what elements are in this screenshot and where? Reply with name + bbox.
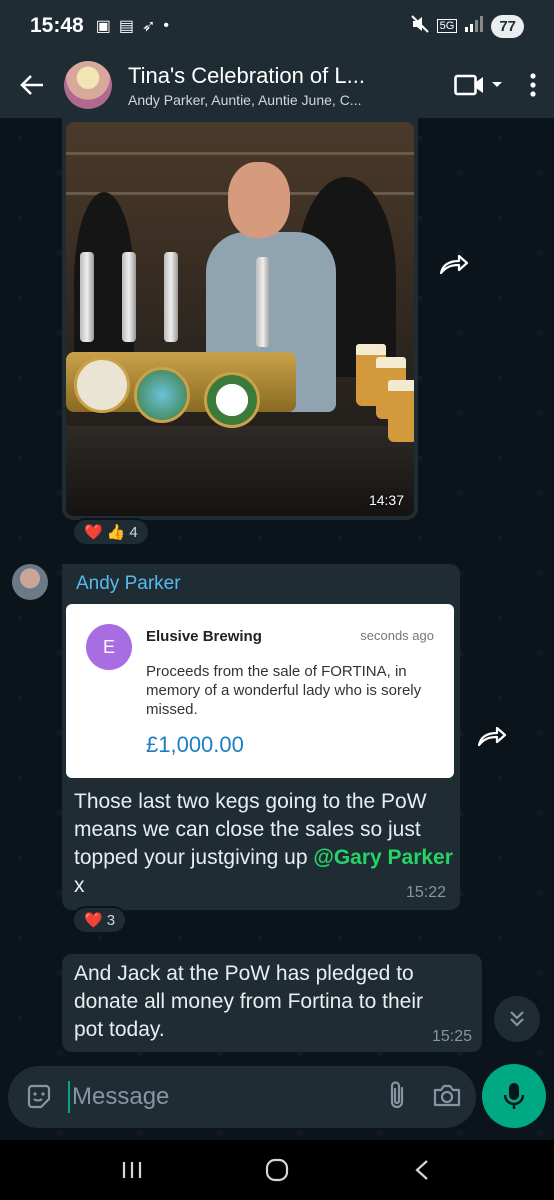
andy-message[interactable]: Andy Parker E Elusive Brewing seconds ag… xyxy=(62,564,460,910)
group-avatar[interactable] xyxy=(64,61,112,109)
andy-message-text: Those last two kegs going to the PoW mea… xyxy=(74,788,454,900)
recents-icon xyxy=(123,1162,142,1178)
message-suffix: x xyxy=(74,874,85,897)
second-message-text: And Jack at the PoW has pledged to donat… xyxy=(74,962,424,1041)
home-button[interactable] xyxy=(247,1145,307,1195)
message-composer xyxy=(8,1066,476,1128)
forward-icon xyxy=(439,254,469,275)
arrow-left-icon xyxy=(20,75,43,95)
status-system-icons: 5G 77 xyxy=(410,14,524,38)
shared-donation-card[interactable]: E Elusive Brewing seconds ago Proceeds f… xyxy=(66,604,454,778)
pump-clip-fortina xyxy=(134,367,190,423)
mute-icon xyxy=(410,14,429,38)
status-time: 15:48 xyxy=(30,14,84,37)
more-vertical-icon xyxy=(530,73,536,97)
double-chevron-down-icon xyxy=(510,1011,524,1027)
chat-info[interactable]: Tina's Celebration of L... Andy Parker, … xyxy=(128,63,440,108)
system-nav-bar xyxy=(0,1140,554,1200)
battery-badge: 77 xyxy=(491,14,524,38)
mention-link[interactable]: @Gary Parker xyxy=(313,846,453,869)
chat-title: Tina's Celebration of L... xyxy=(128,62,365,88)
video-call-button[interactable] xyxy=(454,72,502,98)
app-icon: ▤ xyxy=(118,18,134,35)
rocket-icon: ➶ xyxy=(141,18,156,35)
camera-icon xyxy=(433,1084,461,1106)
thumbs-up-emoji: 👍 xyxy=(106,524,126,541)
heart-emoji: ❤️ xyxy=(84,912,103,929)
forward-image-button[interactable] xyxy=(434,244,474,284)
beer-tap xyxy=(80,252,94,342)
sticker-smiley-icon xyxy=(27,1084,51,1109)
card-amount: £1,000.00 xyxy=(146,732,244,757)
card-name: Elusive Brewing xyxy=(146,628,262,645)
screenshot-icon: ▣ xyxy=(95,18,111,35)
bar-photo[interactable]: 14:37 xyxy=(66,122,414,516)
bar-counter xyxy=(66,426,414,516)
message-input[interactable] xyxy=(70,1083,340,1111)
signal-icon xyxy=(465,15,484,37)
image-time: 14:37 xyxy=(368,492,404,508)
scroll-to-bottom-button[interactable] xyxy=(494,996,540,1042)
chat-header: Tina's Celebration of L... Andy Parker, … xyxy=(0,52,554,118)
image-reactions[interactable]: ❤️ 👍 4 xyxy=(72,518,150,546)
pump-clip-hawkstone xyxy=(74,357,130,413)
sender-name[interactable]: Andy Parker xyxy=(76,573,181,595)
back-button[interactable] xyxy=(0,52,64,118)
beer-tap xyxy=(122,252,136,342)
andy-reactions[interactable]: ❤️ 3 xyxy=(72,906,128,934)
reaction-count: 3 xyxy=(106,911,116,929)
second-message[interactable]: And Jack at the PoW has pledged to donat… xyxy=(62,954,482,1052)
chevron-left-icon xyxy=(414,1160,428,1180)
man-head xyxy=(228,162,290,238)
beer-tap xyxy=(256,257,270,347)
card-body: Proceeds from the sale of FORTINA, in me… xyxy=(146,663,422,718)
image-message[interactable]: 14:37 xyxy=(62,118,418,520)
emoji-button[interactable] xyxy=(22,1080,56,1114)
forward-icon xyxy=(477,726,507,747)
forward-message-button[interactable] xyxy=(472,716,512,756)
dot-icon: • xyxy=(163,17,169,34)
pint-glass xyxy=(388,380,414,442)
card-avatar: E xyxy=(86,624,132,670)
home-circle-icon xyxy=(265,1158,289,1182)
camera-button[interactable] xyxy=(432,1082,462,1113)
network-type-icon: 5G xyxy=(436,19,458,33)
recent-apps-button[interactable] xyxy=(102,1145,162,1195)
heart-emoji: ❤️ xyxy=(84,524,103,541)
microphone-icon xyxy=(503,1083,525,1109)
reaction-count: 4 xyxy=(129,523,138,541)
pump-clip-stowford xyxy=(204,372,260,428)
andy-message-time: 15:22 xyxy=(405,884,446,901)
header-actions xyxy=(454,72,554,98)
beer-tap xyxy=(164,252,178,342)
more-options-button[interactable] xyxy=(530,73,536,97)
composer-actions xyxy=(386,1080,462,1115)
voice-message-button[interactable] xyxy=(482,1064,546,1128)
attach-button[interactable] xyxy=(386,1080,408,1115)
second-message-time: 15:25 xyxy=(431,1028,472,1045)
shelf xyxy=(66,152,414,155)
sender-avatar[interactable] xyxy=(12,564,48,600)
paperclip-icon xyxy=(390,1080,404,1108)
system-back-button[interactable] xyxy=(392,1145,452,1195)
chat-participants: Andy Parker, Auntie, Auntie June, C... xyxy=(128,91,362,108)
card-time: seconds ago xyxy=(360,628,434,643)
status-bar: 15:48 ▣ ▤ ➶ • 5G 77 xyxy=(0,0,554,52)
chat-screen: 15:48 ▣ ▤ ➶ • 5G 77 Tina's Celebration o… xyxy=(0,0,554,1200)
status-notification-icons: ▣ ▤ ➶ • xyxy=(96,16,169,36)
video-camera-icon xyxy=(454,74,502,96)
